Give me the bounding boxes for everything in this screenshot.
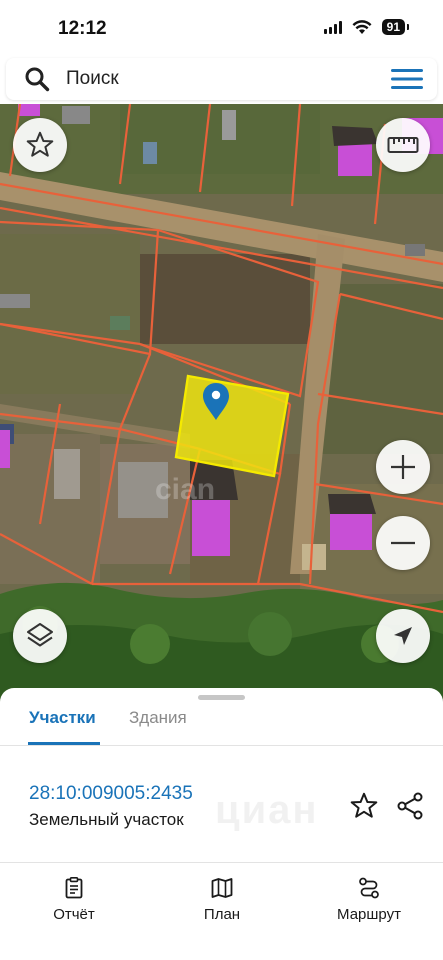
nav-route[interactable]: Маршрут [327,876,411,923]
parcel-type: Земельный участок [29,810,184,829]
favorite-button[interactable] [13,118,67,172]
panel-watermark: циан [215,788,319,832]
panel-grabber[interactable] [198,695,245,700]
layers-button[interactable] [13,609,67,663]
nav-report[interactable]: Отчёт [44,876,104,923]
nav-report-label: Отчёт [53,906,95,923]
tab-buildings[interactable]: Здания [129,708,187,728]
wifi-icon [352,19,372,34]
layers-icon [27,623,53,647]
tab-parcels[interactable]: Участки [29,708,96,728]
battery-indicator: 91 [381,19,410,35]
search-placeholder: Поиск [66,68,119,89]
status-indicators: 91 [323,19,410,35]
share-icon[interactable] [395,791,425,821]
nav-plan[interactable]: План [192,876,252,923]
route-icon [359,877,379,899]
status-time: 12:12 [58,18,107,39]
tab-divider [0,745,443,746]
cellular-signal-icon [323,20,342,34]
cadastral-number[interactable]: 28:10:009005:2435 [29,783,193,805]
star-icon[interactable] [349,791,379,821]
measure-button[interactable] [376,118,430,172]
zoom-out-button[interactable] [376,516,430,570]
minus-icon [391,541,415,545]
star-icon [26,131,54,157]
location-arrow-icon [394,627,412,645]
zoom-in-button[interactable] [376,440,430,494]
search-icon [25,67,50,92]
nav-plan-label: План [203,906,241,923]
map-view[interactable]: cian [0,104,443,704]
nav-route-label: Маршрут [337,906,401,923]
map-watermark: cian [155,473,215,506]
satellite-map: cian [0,104,443,704]
menu-icon[interactable] [391,68,423,90]
status-bar: 12:12 91 [0,0,443,56]
clipboard-icon [65,876,83,899]
parcel-panel: Участки Здания циан 28:10:009005:2435 Зе… [0,688,443,960]
nav-divider [0,862,443,863]
search-bar[interactable]: Поиск [6,58,437,100]
map-icon [211,878,233,898]
ruler-icon [387,137,419,153]
my-location-button[interactable] [376,609,430,663]
plus-icon [391,455,415,479]
